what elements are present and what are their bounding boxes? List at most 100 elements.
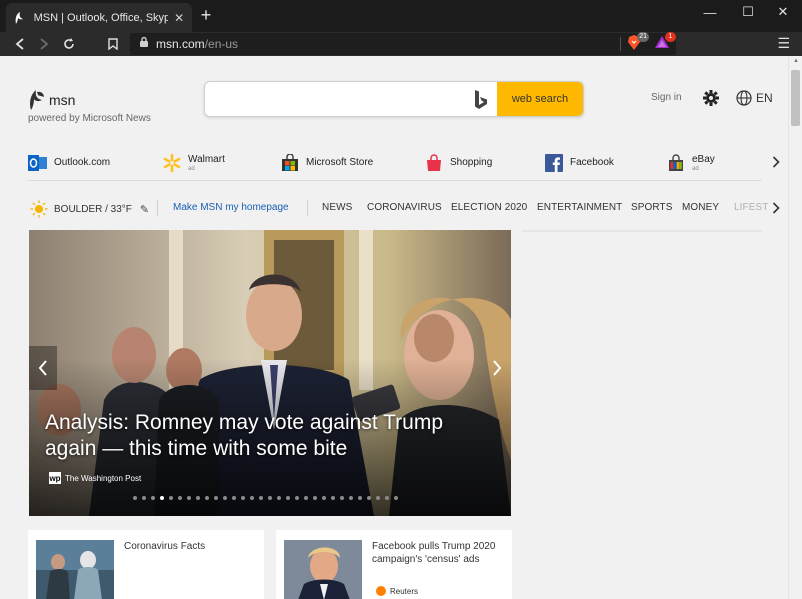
search-input[interactable]	[215, 90, 465, 110]
brave-shields-icon[interactable]: 21	[627, 32, 649, 51]
ad-label: ad	[692, 165, 699, 172]
carousel-dot[interactable]	[358, 496, 362, 500]
web-search-button[interactable]: web search	[497, 82, 583, 116]
reuters-logo-icon	[376, 586, 386, 596]
forward-icon[interactable]	[34, 34, 54, 54]
news-card[interactable]: Coronavirus Facts	[28, 530, 264, 599]
carousel-dot[interactable]	[394, 496, 398, 500]
scroll-up-icon[interactable]: ▲	[792, 58, 800, 64]
carousel-dot[interactable]	[160, 496, 164, 500]
carousel-dot[interactable]	[376, 496, 380, 500]
carousel-dot[interactable]	[214, 496, 218, 500]
carousel-dot[interactable]	[196, 496, 200, 500]
ad-label: ad	[188, 165, 195, 172]
carousel-dot[interactable]	[304, 496, 308, 500]
shortcut-ebay[interactable]: eBay ad	[666, 148, 715, 178]
lock-icon	[139, 35, 151, 53]
carousel-dot[interactable]	[232, 496, 236, 500]
carousel-dot[interactable]	[205, 496, 209, 500]
carousel-dot[interactable]	[178, 496, 182, 500]
tab-close-icon[interactable]: ✕	[172, 11, 186, 25]
nav-coronavirus[interactable]: CORONAVIRUS	[367, 202, 442, 213]
msn-page: msn powered by Microsoft News web search…	[0, 56, 788, 599]
sign-in-link[interactable]: Sign in	[651, 92, 682, 103]
carousel-dot[interactable]	[151, 496, 155, 500]
nav-lifestyle[interactable]: LIFEST	[734, 202, 769, 213]
carousel-dot[interactable]	[313, 496, 317, 500]
address-bar[interactable]: msn.com/en-us	[130, 33, 676, 55]
hero-carousel[interactable]: Analysis: Romney may vote against Trump …	[29, 230, 511, 516]
carousel-dots	[133, 496, 403, 500]
shortcut-facebook[interactable]: Facebook	[544, 148, 614, 178]
carousel-dot[interactable]	[349, 496, 353, 500]
right-panel	[522, 230, 762, 232]
hero-source: wp The Washington Post	[45, 472, 141, 484]
nav-entertainment[interactable]: ENTERTAINMENT	[537, 202, 622, 213]
msn-logo[interactable]: msn	[28, 89, 75, 111]
carousel-dot[interactable]	[277, 496, 281, 500]
carousel-dot[interactable]	[286, 496, 290, 500]
sun-icon	[30, 200, 48, 218]
carousel-dot[interactable]	[241, 496, 245, 500]
gear-icon[interactable]	[702, 89, 720, 107]
weather-widget[interactable]: BOULDER / 33°F ✎	[30, 200, 149, 218]
page-scrollbar[interactable]: ▲	[788, 56, 802, 599]
carousel-dot[interactable]	[142, 496, 146, 500]
news-card[interactable]: Facebook pulls Trump 2020 campaign's 'ce…	[276, 530, 512, 599]
minimize-button[interactable]: —	[691, 0, 729, 24]
bing-icon	[473, 89, 491, 111]
hero-headline[interactable]: Analysis: Romney may vote against Trump …	[45, 410, 475, 462]
card-title: Coronavirus Facts	[124, 541, 206, 552]
bookmark-icon[interactable]	[103, 34, 123, 54]
tab-msn[interactable]: MSN | Outlook, Office, Skype, Bing, ✕	[6, 3, 192, 32]
card-title: Facebook pulls Trump 2020 campaign's 'ce…	[372, 541, 496, 565]
close-window-button[interactable]: ✕	[764, 0, 802, 24]
carousel-dot[interactable]	[295, 496, 299, 500]
rewards-badge: 1	[665, 32, 676, 42]
carousel-dot[interactable]	[169, 496, 173, 500]
carousel-dot[interactable]	[367, 496, 371, 500]
back-icon[interactable]	[10, 34, 30, 54]
nav-election-2020[interactable]: ELECTION 2020	[451, 202, 527, 213]
maximize-button[interactable]: ☐	[729, 0, 767, 24]
carousel-dot[interactable]	[250, 496, 254, 500]
shortcut-shopping[interactable]: Shopping	[424, 148, 492, 178]
shortcuts-next-icon[interactable]	[772, 155, 780, 171]
browser-toolbar: msn.com/en-us 21 1 ☰	[0, 32, 802, 56]
edit-pencil-icon[interactable]: ✎	[140, 203, 149, 216]
shortcut-label: Outlook.com	[54, 157, 111, 168]
carousel-dot[interactable]	[259, 496, 263, 500]
msn-butterfly-logo-icon	[28, 89, 46, 111]
shortcut-outlook[interactable]: Outlook.com	[28, 148, 110, 178]
carousel-dot[interactable]	[268, 496, 272, 500]
weather-location: BOULDER / 33°F	[54, 203, 132, 215]
reload-icon[interactable]	[59, 34, 79, 54]
nav-next-icon[interactable]	[772, 201, 780, 217]
menu-icon[interactable]: ☰	[777, 35, 790, 52]
tab-bar: MSN | Outlook, Office, Skype, Bing, ✕ + …	[0, 0, 802, 32]
nav-money[interactable]: MONEY	[682, 202, 719, 213]
nav-sports[interactable]: SPORTS	[631, 202, 673, 213]
brave-rewards-icon[interactable]: 1	[654, 32, 676, 51]
carousel-dot[interactable]	[187, 496, 191, 500]
hero-prev-button[interactable]	[29, 346, 57, 390]
make-homepage-link[interactable]: Make MSN my homepage	[173, 202, 289, 213]
shortcut-label: Microsoft Store	[306, 157, 374, 168]
carousel-dot[interactable]	[133, 496, 137, 500]
carousel-dot[interactable]	[322, 496, 326, 500]
shortcut-label: Facebook	[570, 157, 614, 168]
carousel-dot[interactable]	[331, 496, 335, 500]
nav-news[interactable]: NEWS	[322, 202, 352, 213]
shortcut-walmart[interactable]: Walmart ad	[162, 148, 225, 178]
language-selector[interactable]: EN	[732, 90, 773, 106]
shortcut-microsoft-store[interactable]: Microsoft Store	[280, 148, 373, 178]
carousel-dot[interactable]	[340, 496, 344, 500]
hero-next-button[interactable]	[483, 346, 511, 390]
new-tab-button[interactable]: +	[197, 6, 215, 24]
shortcut-label: Shopping	[450, 157, 493, 168]
shortcut-bar: Outlook.com Walmart ad Microsoft Store Sh…	[0, 148, 788, 178]
logo-text: msn	[49, 92, 76, 108]
scrollbar-thumb[interactable]	[791, 70, 800, 126]
carousel-dot[interactable]	[223, 496, 227, 500]
carousel-dot[interactable]	[385, 496, 389, 500]
